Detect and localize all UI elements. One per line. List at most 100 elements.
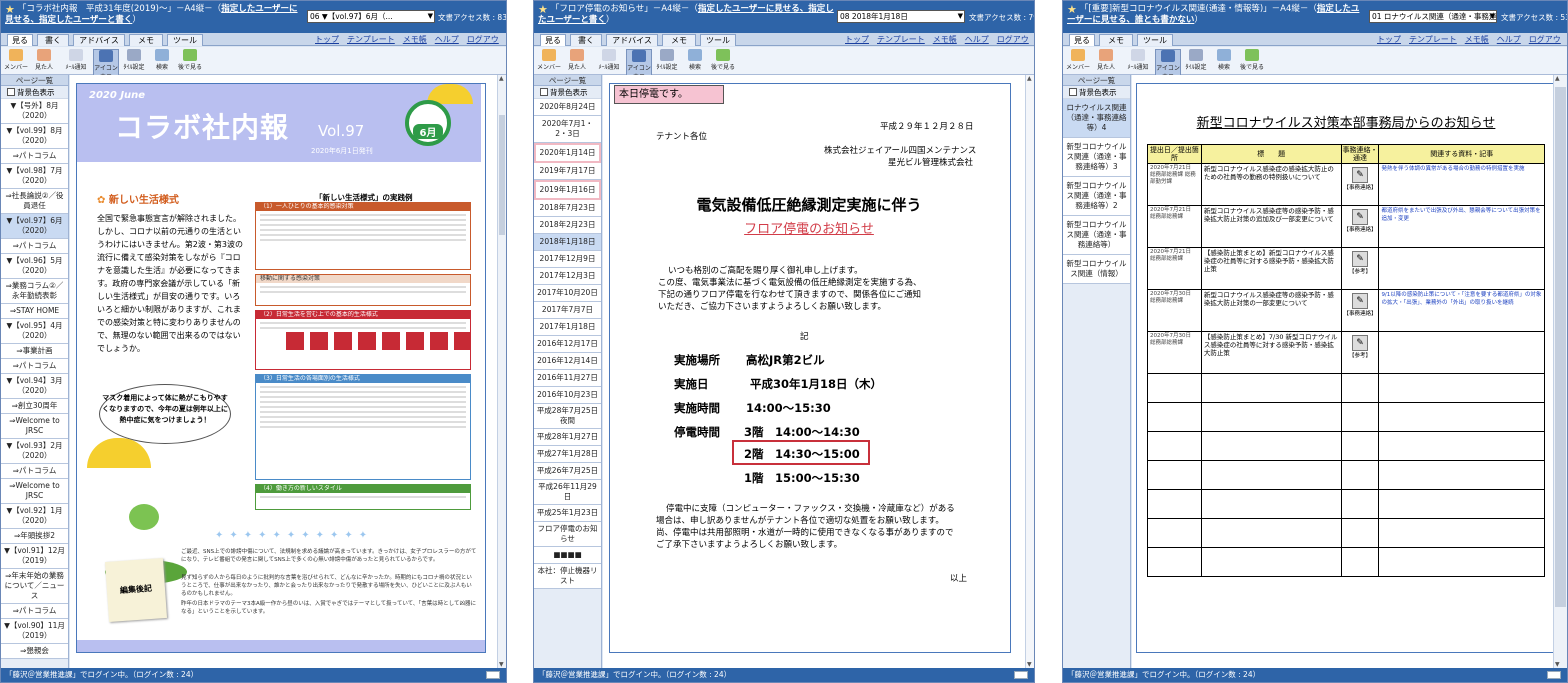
page-item[interactable]: フロア停電のお知らせ — [534, 522, 601, 547]
tab-write[interactable]: 書く — [570, 34, 602, 46]
page-item[interactable]: 2017年12月3日 — [534, 268, 601, 285]
link-help[interactable]: ヘルプ — [965, 35, 989, 44]
page-list-header[interactable]: ページ一覧 — [1063, 75, 1130, 86]
page-item[interactable]: 2020年1月14日 — [534, 143, 601, 163]
tab-memo[interactable]: メモ — [129, 34, 163, 46]
document-icon[interactable]: ✎ — [1351, 293, 1368, 309]
star-icon[interactable]: ★ — [5, 4, 15, 15]
page-item[interactable]: 2020年7月1・2・3日 — [534, 116, 601, 143]
page-select[interactable]: 08 2018年1月18日 — [837, 10, 965, 23]
tool-tile[interactable]: ﾀｲﾙ設定 — [121, 49, 147, 71]
tool-members[interactable]: メンバー — [3, 49, 29, 71]
bg-color-checkbox[interactable]: 背景色表示 — [534, 86, 601, 99]
page-item[interactable]: ⇒パトコラム — [1, 604, 68, 619]
page-list-header[interactable]: ページ一覧 — [1, 75, 68, 86]
tab-advice[interactable]: アドバイス — [606, 34, 658, 46]
tool-search[interactable]: 検索 — [149, 49, 175, 71]
tab-advice[interactable]: アドバイス — [73, 34, 125, 46]
tool-viewers[interactable]: 見た人 — [564, 49, 590, 71]
tab-view[interactable]: 見る — [7, 34, 33, 46]
tool-tile[interactable]: ﾀｲﾙ設定 — [1183, 49, 1209, 71]
row-related-link[interactable]: 都道府県をまたいで出張及び外出、懇親会等について出張対策を追加・変更 — [1378, 205, 1545, 248]
page-item[interactable]: ▼【vol.93】2月（2020） — [1, 439, 68, 464]
scrollbar[interactable] — [1553, 75, 1567, 668]
page-item[interactable]: 2017年12月9日 — [534, 251, 601, 268]
star-icon[interactable]: ★ — [538, 4, 548, 15]
page-item[interactable]: ⇒パトコラム — [1, 239, 68, 254]
document-icon[interactable]: ✎ — [1351, 251, 1368, 267]
link-template[interactable]: テンプレート — [347, 35, 395, 44]
link-top[interactable]: トップ — [1377, 35, 1401, 44]
document-icon[interactable]: ✎ — [1351, 209, 1368, 225]
page-item-selected[interactable]: ▼【vol.97】6月（2020） — [1, 214, 68, 239]
page-item[interactable]: 新型コロナウイルス関連（情報） — [1063, 255, 1130, 284]
page-item-selected[interactable]: ロナウイルス関連（通達・事務連絡等）4 — [1063, 99, 1130, 138]
scrollbar[interactable] — [1025, 75, 1034, 668]
row-related-link[interactable]: 9/1以降の感染防止策について・「注意を要する都道府県」の対象の拡大・「出張」、… — [1378, 289, 1545, 332]
link-memo[interactable]: メモ帳 — [403, 35, 427, 44]
page-select[interactable]: 01 ロナウイルス関連（通達・事務連... — [1369, 10, 1497, 23]
page-item[interactable]: 2016年10月23日 — [534, 387, 601, 404]
page-item[interactable]: ⇒パトコラム — [1, 359, 68, 374]
link-memo[interactable]: メモ帳 — [1465, 35, 1489, 44]
page-item[interactable]: 2020年8月24日 — [534, 99, 601, 116]
keyboard-icon[interactable] — [486, 671, 500, 679]
page-item[interactable]: 2018年7月23日 — [534, 200, 601, 217]
page-item[interactable]: ▼【vol.99】8月（2020） — [1, 124, 68, 149]
tool-later[interactable]: 後で見る — [177, 49, 203, 71]
keyboard-icon[interactable] — [1014, 671, 1028, 679]
page-item[interactable]: ▼【vol.92】1月（2020） — [1, 504, 68, 529]
link-help[interactable]: ヘルプ — [1497, 35, 1521, 44]
tool-members[interactable]: メンバー — [1065, 49, 1091, 71]
page-item[interactable]: ⇒Welcome to JRSC — [1, 414, 68, 439]
link-memo[interactable]: メモ帳 — [933, 35, 957, 44]
page-item[interactable]: ⇒事業計画 — [1, 344, 68, 359]
page-item[interactable]: ⇒年末年始の業務について／ニュース — [1, 569, 68, 604]
page-item[interactable]: ⇒パトコラム — [1, 464, 68, 479]
scrollbar[interactable] — [497, 75, 506, 668]
tab-tools[interactable]: ツール — [700, 34, 736, 46]
link-top[interactable]: トップ — [315, 35, 339, 44]
page-item[interactable]: ▼【vol.98】7月（2020） — [1, 164, 68, 189]
tool-tile[interactable]: ﾀｲﾙ設定 — [654, 49, 680, 71]
link-help[interactable]: ヘルプ — [435, 35, 459, 44]
page-item-selected[interactable]: 2018年1月18日 — [534, 234, 601, 251]
document-icon[interactable]: ✎ — [1351, 167, 1368, 183]
page-item[interactable]: 2017年1月18日 — [534, 319, 601, 336]
page-item[interactable]: ⇒社長論説②／役員退任 — [1, 189, 68, 214]
link-top[interactable]: トップ — [845, 35, 869, 44]
tab-tools[interactable]: ツール — [1137, 34, 1173, 46]
tool-search[interactable]: 検索 — [1211, 49, 1237, 71]
page-item[interactable]: 2019年1月16日 — [534, 180, 601, 200]
star-icon[interactable]: ★ — [1067, 4, 1077, 15]
page-item[interactable]: ⇒パトコラム — [1, 149, 68, 164]
tab-tools[interactable]: ツール — [167, 34, 203, 46]
tool-mail[interactable]: ﾒｰﾙ通知 — [1125, 49, 1151, 71]
scroll-thumb[interactable] — [499, 115, 505, 235]
link-template[interactable]: テンプレート — [1409, 35, 1457, 44]
page-item[interactable]: ⇒STAY HOME — [1, 304, 68, 319]
page-item[interactable]: ⇒年頭挨拶2 — [1, 529, 68, 544]
row-related-link[interactable]: 発熱を伴う体調の異常がある場合の勤務の特例措置を実施 — [1378, 163, 1545, 206]
page-item[interactable]: 平成25年1月23日 — [534, 505, 601, 522]
page-item[interactable]: 平成26年11月29日 — [534, 480, 601, 505]
page-item[interactable]: ⇒業務コラム②／永年勤続表彰 — [1, 279, 68, 304]
page-item[interactable]: 2017年10月20日 — [534, 285, 601, 302]
tool-later[interactable]: 後で見る — [710, 49, 736, 71]
page-item[interactable]: 新型コロナウイルス関連（通達・事務連絡等）3 — [1063, 138, 1130, 177]
link-template[interactable]: テンプレート — [877, 35, 925, 44]
tool-mail[interactable]: ﾒｰﾙ通知 — [596, 49, 622, 71]
page-item[interactable]: 2016年12月17日 — [534, 336, 601, 353]
tab-view[interactable]: 見る — [540, 34, 566, 46]
page-item[interactable]: 2016年12月14日 — [534, 353, 601, 370]
tool-viewers[interactable]: 見た人 — [31, 49, 57, 71]
tool-viewers[interactable]: 見た人 — [1093, 49, 1119, 71]
tool-search[interactable]: 検索 — [682, 49, 708, 71]
page-item[interactable]: ▼【vol.95】4月（2020） — [1, 319, 68, 344]
page-item[interactable]: 平成28年1月27日 — [534, 429, 601, 446]
page-item[interactable]: 本社：停止機器リスト — [534, 564, 601, 589]
tab-view[interactable]: 見る — [1069, 34, 1095, 46]
bg-color-checkbox[interactable]: 背景色表示 — [1063, 86, 1130, 99]
page-item[interactable]: ⇒懇親会 — [1, 644, 68, 659]
bg-color-checkbox[interactable]: 背景色表示 — [1, 86, 68, 99]
